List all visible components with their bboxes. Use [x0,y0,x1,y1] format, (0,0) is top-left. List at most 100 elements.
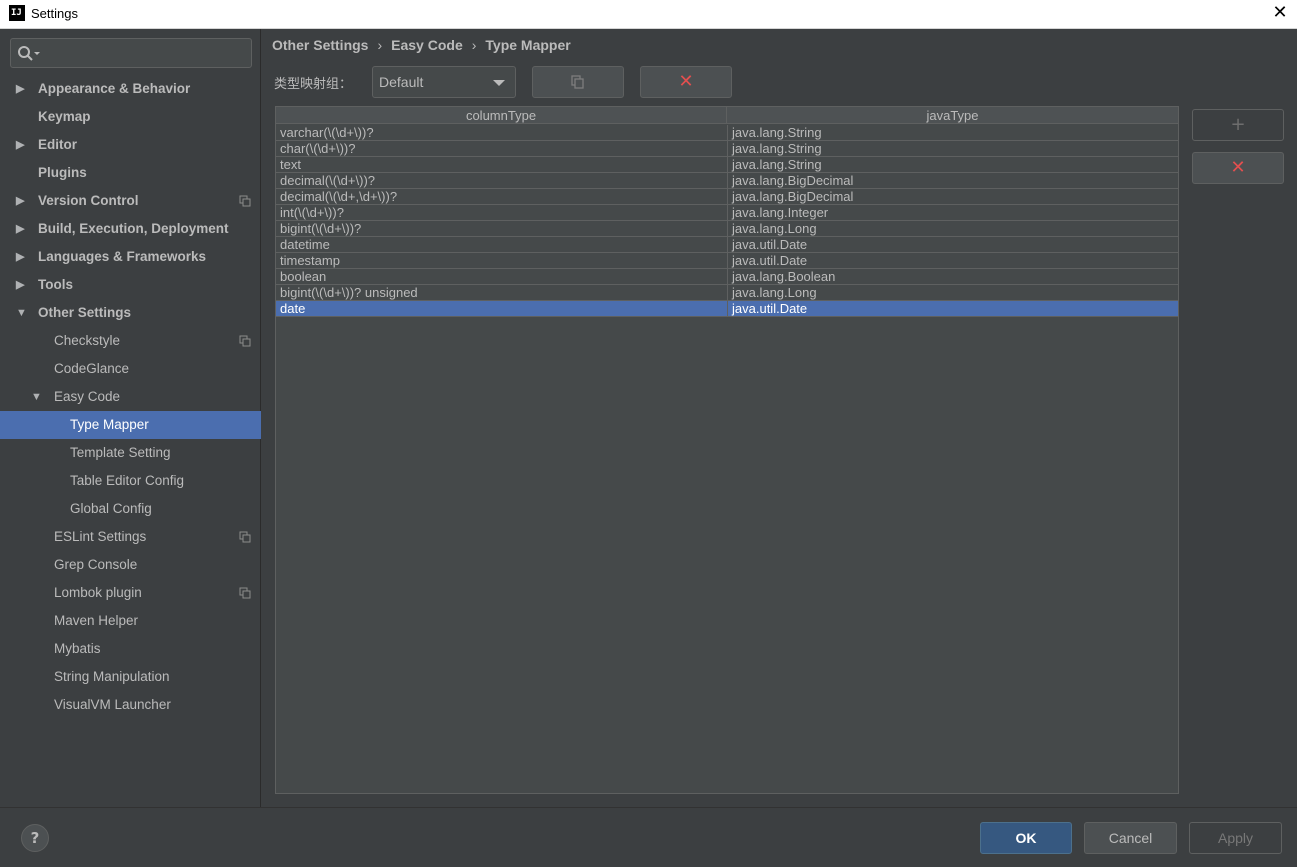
sidebar-item[interactable]: ▶ Build, Execution, Deployment [0,215,261,243]
cell-column-type[interactable]: int(\(\d+\))? [280,205,725,221]
sidebar-item[interactable]: ESLint Settings [0,523,261,551]
delete-group-button[interactable]: ✕ [640,66,732,98]
cell-column-type[interactable]: timestamp [280,253,725,269]
cell-java-type[interactable]: java.lang.BigDecimal [727,189,1178,205]
column-header-javatype[interactable]: javaType [727,107,1178,124]
sidebar-item[interactable]: ▶ Version Control [0,187,261,215]
cell-java-type[interactable]: java.util.Date [727,301,1178,317]
cell-column-type[interactable]: bigint(\(\d+\))? [280,221,725,237]
cancel-button[interactable]: Cancel [1084,822,1177,854]
delete-icon: ✕ [1230,157,1246,178]
sidebar-item[interactable]: ▶ Languages & Frameworks [0,243,261,271]
table-row[interactable]: bigint(\(\d+\))? java.lang.Long [276,221,1178,237]
cell-column-type[interactable]: decimal(\(\d+,\d+\))? [280,189,725,205]
sidebar-item-label: Grep Console [54,557,138,572]
table-row[interactable]: timestamp java.util.Date [276,253,1178,269]
expand-right-icon[interactable]: ▶ [16,75,30,103]
sidebar-item[interactable]: Type Mapper [0,411,261,439]
expand-down-icon[interactable]: ▼ [31,383,45,411]
cell-column-type[interactable]: varchar(\(\d+\))? [280,125,725,141]
sidebar-item-label: Languages & Frameworks [38,249,207,264]
type-mapping-table[interactable]: columnType javaType varchar(\(\d+\))? jav… [275,106,1179,794]
delete-icon: ✕ [678,71,694,92]
settings-sidebar: ▶ Appearance & Behavior Keymap ▶ Editor Plugi… [0,29,261,807]
sidebar-item-label: Table Editor Config [70,473,185,488]
search-input[interactable] [10,38,252,68]
cell-column-type[interactable]: bigint(\(\d+\))? unsigned [280,285,725,301]
copy-icon [571,75,584,89]
sidebar-item[interactable]: Keymap [0,103,261,131]
sidebar-item-label: Version Control [38,193,139,208]
expand-right-icon[interactable]: ▶ [16,215,30,243]
cell-column-type[interactable]: decimal(\(\d+\))? [280,173,725,189]
cell-java-type[interactable]: java.lang.String [727,141,1178,157]
sidebar-item[interactable]: Plugins [0,159,261,187]
type-group-label: 类型映射组： [274,77,353,92]
type-group-select[interactable]: Default [372,66,516,98]
sidebar-item[interactable]: Lombok plugin [0,579,261,607]
table-header: columnType javaType [276,107,1178,124]
sidebar-item[interactable]: Table Editor Config [0,467,261,495]
sidebar-item[interactable]: Checkstyle [0,327,261,355]
sidebar-item[interactable]: VisualVM Launcher [0,691,261,719]
sidebar-item[interactable]: String Manipulation [0,663,261,691]
cell-java-type[interactable]: java.util.Date [727,253,1178,269]
sidebar-item[interactable]: ▼ Other Settings [0,299,261,327]
sidebar-item-label: Build, Execution, Deployment [38,221,229,236]
sidebar-item[interactable]: ▶ Appearance & Behavior [0,75,261,103]
sidebar-item-label: Template Setting [70,445,171,460]
sidebar-item[interactable]: Mybatis [0,635,261,663]
table-row[interactable]: decimal(\(\d+\))? java.lang.BigDecimal [276,173,1178,189]
expand-right-icon[interactable]: ▶ [16,243,30,271]
table-row[interactable]: date java.util.Date [276,301,1178,317]
sidebar-item-label: Lombok plugin [54,585,142,600]
table-row[interactable]: boolean java.lang.Boolean [276,269,1178,285]
help-button[interactable]: ? [21,824,49,852]
project-level-icon [239,531,251,543]
sidebar-item[interactable]: ▶ Tools [0,271,261,299]
apply-button[interactable]: Apply [1189,822,1282,854]
cell-java-type[interactable]: java.lang.Integer [727,205,1178,221]
sidebar-item[interactable]: Global Config [0,495,261,523]
cell-column-type[interactable]: boolean [280,269,725,285]
cell-java-type[interactable]: java.lang.BigDecimal [727,173,1178,189]
cell-column-type[interactable]: text [280,157,725,173]
cell-column-type[interactable]: date [280,301,725,317]
sidebar-item[interactable]: Template Setting [0,439,261,467]
ok-button[interactable]: OK [980,822,1072,854]
sidebar-item[interactable]: ▼ Easy Code [0,383,261,411]
cell-column-type[interactable]: char(\(\d+\))? [280,141,725,157]
cell-java-type[interactable]: java.lang.String [727,125,1178,141]
expand-right-icon[interactable]: ▶ [16,271,30,299]
expand-right-icon[interactable]: ▶ [16,131,30,159]
sidebar-item[interactable]: Maven Helper [0,607,261,635]
table-row[interactable]: char(\(\d+\))? java.lang.String [276,141,1178,157]
table-row[interactable]: int(\(\d+\))? java.lang.Integer [276,205,1178,221]
cell-java-type[interactable]: java.util.Date [727,237,1178,253]
column-header-columntype[interactable]: columnType [276,107,727,124]
cell-java-type[interactable]: java.lang.String [727,157,1178,173]
breadcrumb-item: Type Mapper [485,37,571,53]
expand-right-icon[interactable]: ▶ [16,187,30,215]
table-row[interactable]: text java.lang.String [276,157,1178,173]
cell-column-type[interactable]: datetime [280,237,725,253]
add-row-button[interactable]: + [1192,109,1284,141]
cell-java-type[interactable]: java.lang.Boolean [727,269,1178,285]
delete-row-button[interactable]: ✕ [1192,152,1284,184]
close-icon[interactable]: ✕ [1270,3,1290,23]
sidebar-item-label: ESLint Settings [54,529,147,544]
copy-group-button[interactable] [532,66,624,98]
sidebar-item-label: VisualVM Launcher [54,697,171,712]
table-row[interactable]: bigint(\(\d+\))? unsigned java.lang.Long [276,285,1178,301]
table-row[interactable]: varchar(\(\d+\))? java.lang.String [276,125,1178,141]
breadcrumb-item: Easy Code [391,37,463,53]
table-row[interactable]: decimal(\(\d+,\d+\))? java.lang.BigDecima… [276,189,1178,205]
expand-down-icon[interactable]: ▼ [16,299,30,327]
sidebar-item[interactable]: CodeGlance [0,355,261,383]
sidebar-item[interactable]: Grep Console [0,551,261,579]
sidebar-item[interactable]: ▶ Editor [0,131,261,159]
cell-java-type[interactable]: java.lang.Long [727,285,1178,301]
table-row[interactable]: datetime java.util.Date [276,237,1178,253]
sidebar-item-label: Easy Code [54,389,121,404]
cell-java-type[interactable]: java.lang.Long [727,221,1178,237]
